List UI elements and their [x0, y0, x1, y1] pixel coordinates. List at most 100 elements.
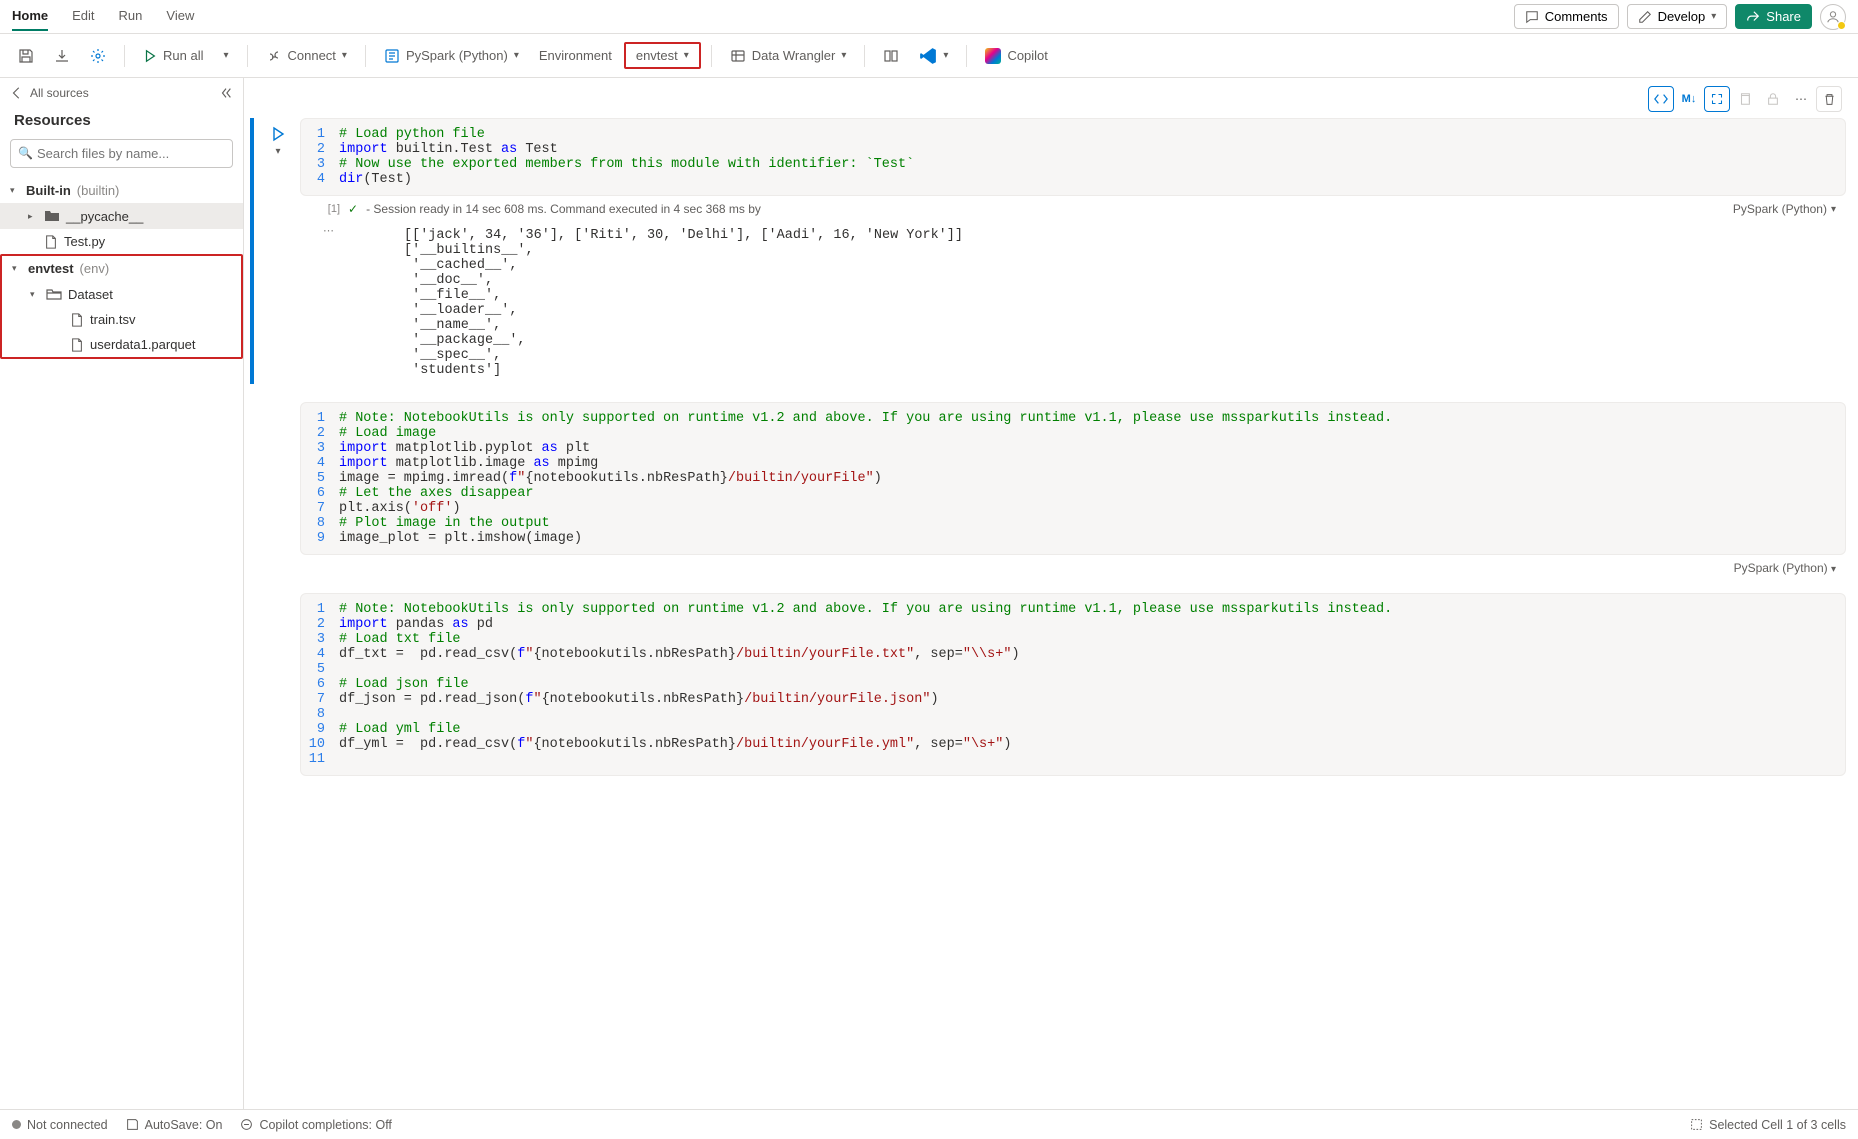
copilot-status-icon: [240, 1118, 253, 1131]
search-input[interactable]: [10, 139, 233, 168]
code-editor[interactable]: 1# Note: NotebookUtils is only supported…: [300, 593, 1846, 776]
chevron-down-icon: ▾: [1711, 11, 1716, 22]
gear-icon: [90, 48, 106, 64]
kernel-badge[interactable]: PySpark (Python) ▾: [1734, 561, 1836, 575]
selection-status[interactable]: Selected Cell 1 of 3 cells: [1690, 1118, 1846, 1132]
exec-status-text: - Session ready in 14 sec 608 ms. Comman…: [366, 202, 761, 216]
collapse-sidebar-button[interactable]: [219, 86, 233, 100]
toolbar: Run all ▾ Connect ▾ PySpark (Python) ▾ E…: [0, 34, 1858, 78]
code-cell-2[interactable]: 1# Note: NotebookUtils is only supported…: [256, 402, 1846, 575]
train-label: train.tsv: [90, 312, 136, 327]
selection-icon: [1690, 1118, 1703, 1131]
chevron-down-icon: ▾: [342, 50, 347, 61]
chevron-down-icon: ▾: [1831, 204, 1836, 215]
copy-icon: [1738, 92, 1752, 106]
develop-button[interactable]: Develop ▾: [1627, 4, 1728, 29]
run-all-label: Run all: [163, 48, 203, 63]
chevron-down-icon: ▾: [943, 50, 948, 61]
envtest-label: envtest: [636, 48, 678, 63]
tab-view[interactable]: View: [166, 2, 194, 31]
pencil-icon: [1638, 10, 1652, 24]
folder-open-icon: [46, 286, 62, 302]
testpy-label: Test.py: [64, 234, 105, 249]
environment-label-button[interactable]: Environment: [531, 42, 620, 69]
envtest-folder[interactable]: ▾ envtest (env): [2, 256, 241, 281]
trash-icon: [1823, 93, 1836, 106]
data-wrangler-button[interactable]: Data Wrangler ▾: [722, 42, 855, 70]
avatar[interactable]: [1820, 4, 1846, 30]
status-dot-icon: [12, 1120, 21, 1129]
layout-button[interactable]: [875, 42, 907, 70]
play-icon: [143, 49, 157, 63]
download-button[interactable]: [46, 42, 78, 70]
kernel-badge[interactable]: PySpark (Python) ▾: [1733, 202, 1836, 216]
dataset-folder[interactable]: ▾ Dataset: [2, 281, 241, 307]
menu-tabs: Home Edit Run View: [12, 2, 194, 31]
share-icon: [1746, 10, 1760, 24]
execution-status-bar: [1] ✓ - Session ready in 14 sec 608 ms. …: [300, 196, 1846, 222]
run-all-dropdown[interactable]: ▾: [215, 44, 236, 67]
run-all-button[interactable]: Run all: [135, 42, 211, 69]
comment-icon: [1525, 10, 1539, 24]
envtest-hint: (env): [80, 261, 110, 276]
expand-button[interactable]: [1704, 86, 1730, 112]
comments-button[interactable]: Comments: [1514, 4, 1619, 29]
download-icon: [54, 48, 70, 64]
file-icon: [44, 235, 58, 249]
back-button[interactable]: [10, 86, 24, 100]
save-button[interactable]: [10, 42, 42, 70]
tab-home[interactable]: Home: [12, 2, 48, 31]
more-output-icon[interactable]: ⋯: [323, 224, 334, 384]
copilot-status[interactable]: Copilot completions: Off: [240, 1118, 391, 1132]
cell-action-toolbar: M↓ ⋯: [256, 78, 1846, 118]
autosave-status[interactable]: AutoSave: On: [126, 1118, 223, 1132]
train-file[interactable]: train.tsv: [2, 307, 241, 332]
tab-edit[interactable]: Edit: [72, 2, 94, 31]
chevron-down-icon: ▾: [1831, 564, 1836, 575]
copy-button[interactable]: [1732, 86, 1758, 112]
run-cell-button[interactable]: [270, 126, 286, 142]
code-editor[interactable]: 1# Load python file 2import builtin.Test…: [300, 118, 1846, 196]
envtest-dropdown[interactable]: envtest ▾: [624, 42, 701, 69]
cell-output: [['jack', 34, '36'], ['Riti', 30, 'Delhi…: [344, 222, 963, 384]
builtin-folder[interactable]: ▾ Built-in (builtin): [0, 178, 243, 203]
vscode-button[interactable]: ▾: [911, 41, 956, 71]
check-icon: ✓: [348, 202, 358, 216]
copilot-button[interactable]: Copilot: [977, 42, 1055, 70]
code-editor[interactable]: 1# Note: NotebookUtils is only supported…: [300, 402, 1846, 555]
comments-label: Comments: [1545, 9, 1608, 24]
tab-run[interactable]: Run: [119, 2, 143, 31]
delete-cell-button[interactable]: [1816, 86, 1842, 112]
folder-icon: [44, 208, 60, 224]
copilot-icon: [985, 48, 1001, 64]
code-cell-1[interactable]: ▾ 1# Load python file 2import builtin.Te…: [256, 118, 1846, 384]
all-sources-label[interactable]: All sources: [30, 86, 89, 100]
kernel-selector[interactable]: PySpark (Python) ▾: [376, 42, 527, 70]
run-cell-dropdown[interactable]: ▾: [275, 146, 280, 157]
pycache-folder[interactable]: ▸ __pycache__: [0, 203, 243, 229]
code-toggle-button[interactable]: [1648, 86, 1674, 112]
userdata-file[interactable]: userdata1.parquet: [2, 332, 241, 357]
testpy-file[interactable]: Test.py: [0, 229, 243, 254]
dataset-label: Dataset: [68, 287, 113, 302]
code-cell-3[interactable]: 1# Note: NotebookUtils is only supported…: [256, 593, 1846, 776]
connect-button[interactable]: Connect ▾: [258, 42, 355, 70]
share-button[interactable]: Share: [1735, 4, 1812, 29]
connect-label: Connect: [288, 48, 336, 63]
vscode-icon: [919, 47, 937, 65]
chevron-right-icon: ▸: [28, 211, 38, 222]
connection-status[interactable]: Not connected: [12, 1118, 108, 1132]
expand-icon: [1711, 93, 1723, 105]
arrow-left-icon: [10, 86, 24, 100]
save-icon: [126, 1118, 139, 1131]
chevron-down-icon: ▾: [10, 185, 20, 196]
kernel-label: PySpark (Python): [406, 48, 508, 63]
markdown-button[interactable]: M↓: [1676, 86, 1702, 112]
settings-button[interactable]: [82, 42, 114, 70]
pycache-label: __pycache__: [66, 209, 143, 224]
more-button[interactable]: ⋯: [1788, 86, 1814, 112]
presence-dot-icon: [1837, 21, 1846, 30]
data-wrangler-label: Data Wrangler: [752, 48, 836, 63]
lock-button[interactable]: [1760, 86, 1786, 112]
resources-title: Resources: [0, 108, 243, 139]
